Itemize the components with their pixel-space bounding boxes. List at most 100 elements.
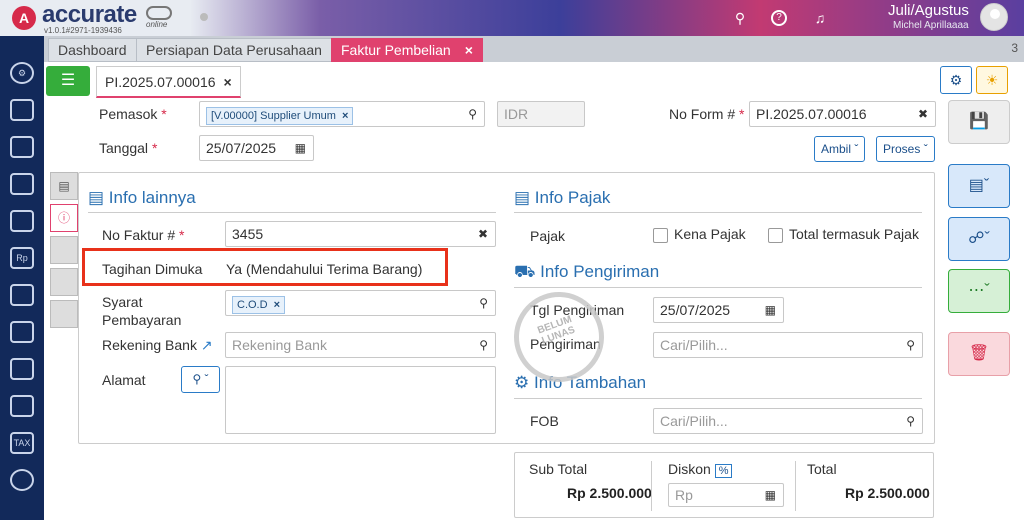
totals-panel: Sub Total Rp 2.500.000 Diskon % Rp ▦ Tota… <box>514 452 934 518</box>
money-bag-icon[interactable]: Rp <box>10 247 34 269</box>
document-button[interactable]: ▤ˇ <box>948 164 1010 208</box>
cloud-icon <box>146 6 172 20</box>
subtotal-label: Sub Total <box>529 461 588 477</box>
bank-icon[interactable] <box>10 210 34 232</box>
search-icon[interactable]: ⚲ <box>730 8 750 28</box>
search-icon[interactable]: ⚲ <box>906 333 915 357</box>
tgl-pengiriman-field[interactable]: 25/07/2025 ▦ <box>653 297 784 323</box>
tanggal-field[interactable]: 25/07/2025 ▦ <box>199 135 314 161</box>
sidebar: ⚙ Rp TAX <box>0 36 44 520</box>
user-period[interactable]: Juli/Agustus <box>888 2 969 19</box>
info-pengiriman-title: ⛟ Info Pengiriman <box>514 262 660 281</box>
remove-icon[interactable]: × <box>342 110 348 122</box>
ambil-button[interactable]: Ambil ˇ <box>814 136 866 162</box>
user-name: Michel Aprillaaaa <box>893 20 969 31</box>
cost-tab-icon[interactable] <box>50 236 78 264</box>
percent-toggle[interactable]: % <box>714 464 733 478</box>
list-button[interactable]: ☰ <box>46 66 90 96</box>
app-name: accurate <box>42 1 137 28</box>
pengiriman-field[interactable]: Cari/Pilih... ⚲ <box>653 332 923 358</box>
help-icon[interactable]: ? <box>771 10 787 26</box>
search-icon[interactable]: ⚲ <box>468 102 477 126</box>
tab-persiapan-data[interactable]: Persiapan Data Perusahaan <box>136 38 332 62</box>
kena-pajak-checkbox[interactable]: Kena Pajak <box>653 226 746 243</box>
calendar-icon[interactable]: ▦ <box>295 136 306 160</box>
main-content: ☰ PI.2025.07.00016 × ⚙ ☀ Pemasok * [V.000… <box>44 62 1024 520</box>
diskon-field[interactable]: Rp ▦ <box>668 483 784 507</box>
divider <box>514 398 922 399</box>
cart-box-icon[interactable] <box>10 321 34 343</box>
pemasok-label: Pemasok * <box>99 106 167 122</box>
book-icon[interactable] <box>10 173 34 195</box>
more-button[interactable]: ⋯ˇ <box>948 269 1010 313</box>
bell-icon[interactable]: ♫ <box>810 8 830 28</box>
highlight-box <box>82 248 448 286</box>
alamat-label: Alamat <box>102 372 146 388</box>
inbox-icon[interactable] <box>10 99 34 121</box>
no-faktur-label: No Faktur # * <box>102 227 185 243</box>
tax-icon[interactable]: TAX <box>10 432 34 454</box>
pemasok-field[interactable]: [V.00000] Supplier Umum × ⚲ <box>199 101 485 127</box>
lightbulb-icon[interactable]: ☀ <box>976 66 1008 94</box>
app-sub: online <box>146 20 168 29</box>
checkbox-icon[interactable] <box>653 227 668 243</box>
info-pajak-title: ▤ Info Pajak <box>514 188 611 207</box>
remove-icon[interactable]: × <box>274 299 280 311</box>
checkbox-icon[interactable] <box>768 227 783 243</box>
divider <box>651 461 652 511</box>
calc-tab-icon[interactable] <box>50 268 78 296</box>
tab-label: Faktur Pembelian <box>341 42 451 58</box>
close-icon[interactable]: × <box>224 74 232 90</box>
factory-icon[interactable] <box>10 395 34 417</box>
calculator-icon[interactable]: ▦ <box>765 484 776 506</box>
tab-faktur-pembelian[interactable]: Faktur Pembelian × <box>331 38 483 62</box>
noform-label: No Form # * <box>669 106 745 122</box>
syarat-field[interactable]: C.O.D × ⚲ <box>225 290 496 316</box>
warehouse-icon[interactable] <box>10 358 34 380</box>
detail-tab-icon[interactable]: ▤ <box>50 172 78 200</box>
delete-button[interactable]: 🗑 <box>948 332 1010 376</box>
calendar-icon[interactable]: ▦ <box>765 298 776 322</box>
archive-tab-icon[interactable] <box>50 300 78 328</box>
tab-count[interactable]: 3 <box>1011 41 1018 55</box>
diskon-label: Diskon % <box>668 461 733 478</box>
settings-icon[interactable]: ⚙ <box>10 62 34 84</box>
cod-chip: C.O.D × <box>232 296 285 314</box>
search-icon[interactable]: ⚲ <box>906 409 915 433</box>
tab-label: Dashboard <box>58 42 127 58</box>
document-tab[interactable]: PI.2025.07.00016 × <box>96 66 241 98</box>
proses-button[interactable]: Proses ˇ <box>876 136 935 162</box>
supplier-chip: [V.00000] Supplier Umum × <box>206 107 354 125</box>
save-button[interactable]: 💾 <box>948 100 1010 144</box>
info-tab-icon[interactable]: ⓘ <box>50 204 78 232</box>
noform-field[interactable]: PI.2025.07.00016 ✖ <box>749 101 936 127</box>
search-icon[interactable]: ⚲ <box>479 333 488 357</box>
alamat-textarea[interactable] <box>225 366 496 434</box>
close-icon[interactable]: × <box>465 42 473 58</box>
accurate-logo-icon: A <box>12 6 36 30</box>
syarat-label: Syarat <box>102 294 143 310</box>
clear-icon[interactable]: ✖ <box>478 222 488 246</box>
module-tabs: Dashboard Persiapan Data Perusahaan Fakt… <box>44 36 1024 62</box>
avatar[interactable] <box>980 3 1008 31</box>
report-icon[interactable] <box>10 469 34 491</box>
rekening-label: Rekening Bank ↗ <box>102 337 213 353</box>
gear-icon[interactable]: ⚙ <box>940 66 972 94</box>
tab-dashboard[interactable]: Dashboard <box>48 38 137 62</box>
total-value: Rp 2.500.000 <box>845 485 930 501</box>
total-termasuk-pajak-checkbox[interactable]: Total termasuk Pajak <box>768 226 919 243</box>
divider <box>795 461 796 511</box>
rekening-field[interactable]: Rekening Bank ⚲ <box>225 332 496 358</box>
clear-icon[interactable]: ✖ <box>918 102 928 126</box>
no-faktur-field[interactable]: 3455 ✖ <box>225 221 496 247</box>
cart-icon[interactable] <box>10 284 34 306</box>
status-dot-icon <box>200 13 208 21</box>
search-icon[interactable]: ⚲ <box>479 291 488 315</box>
fob-field[interactable]: Cari/Pilih... ⚲ <box>653 408 923 434</box>
fob-label: FOB <box>530 413 559 429</box>
attachment-button[interactable]: ☍ˇ <box>948 217 1010 261</box>
building-icon[interactable] <box>10 136 34 158</box>
location-pin-button[interactable]: ⚲ ˇ <box>181 366 220 393</box>
info-lainnya-title: ▤ Info lainnya <box>88 188 196 207</box>
external-link-icon[interactable]: ↗ <box>201 337 213 353</box>
